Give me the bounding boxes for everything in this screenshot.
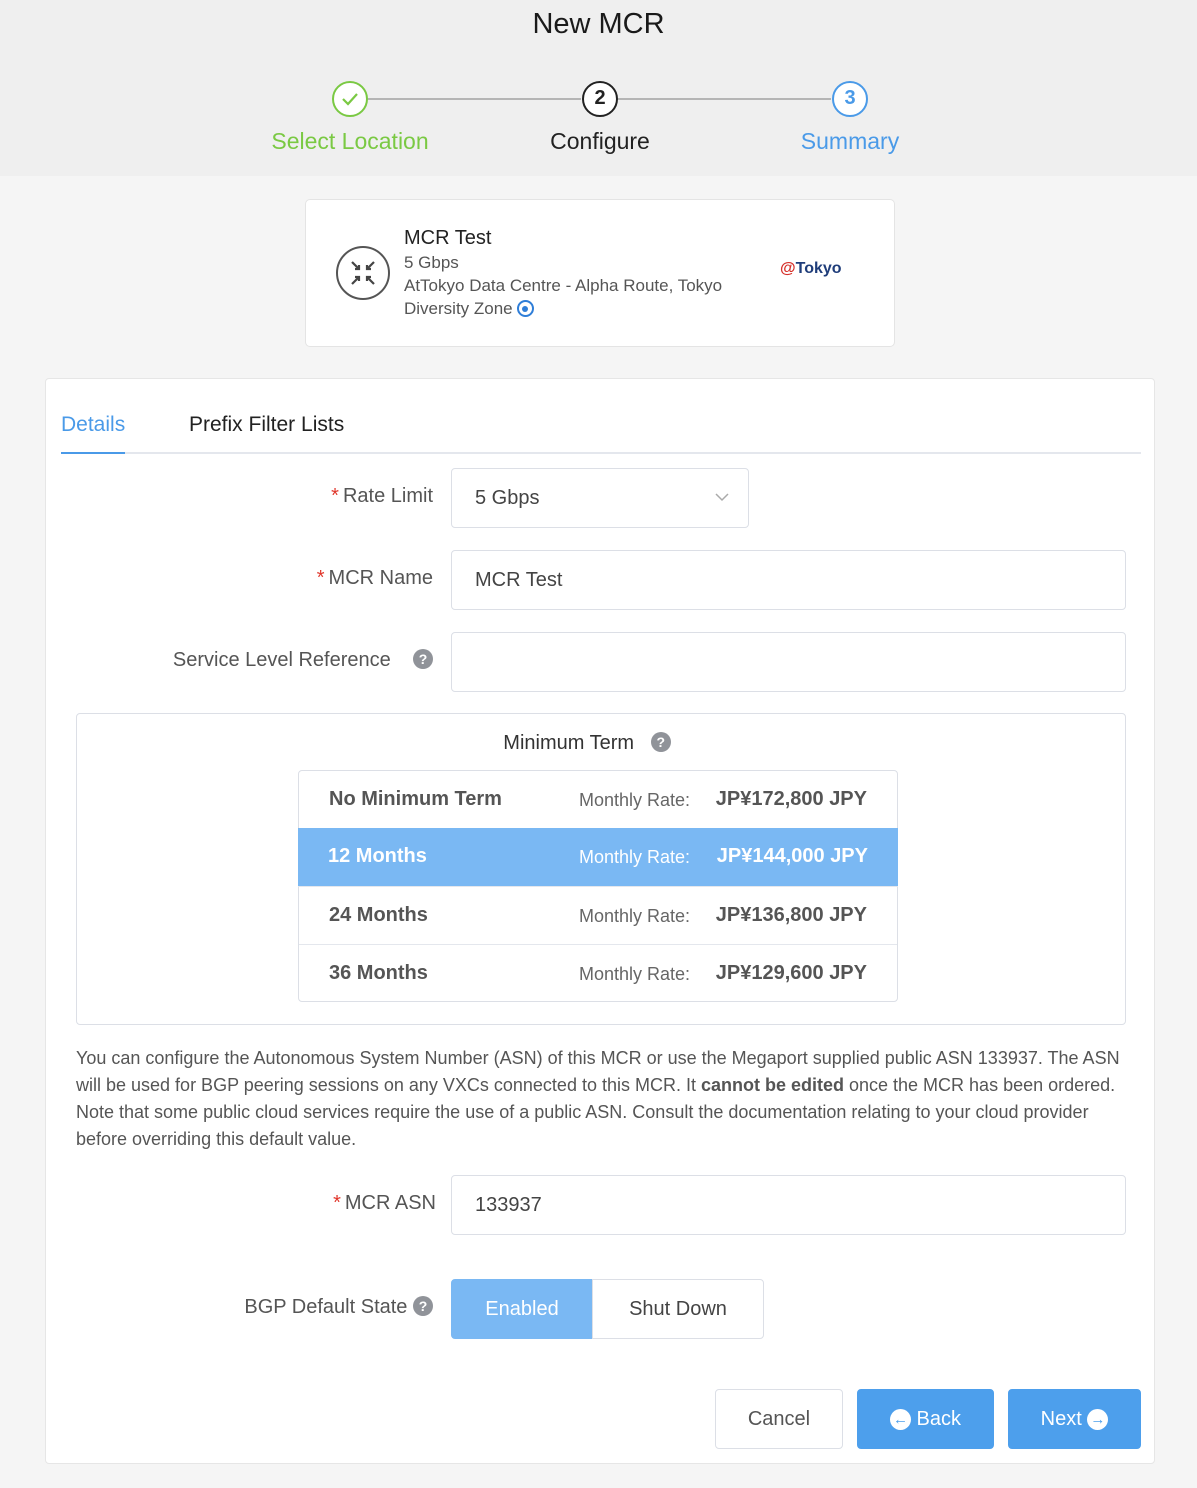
term-option-24-months[interactable]: 24 Months Monthly Rate: JP¥136,800 JPY	[299, 887, 897, 945]
step-label-select-location[interactable]: Select Location	[225, 128, 475, 155]
stepper: Select Location 2 Configure 3 Summary	[0, 0, 1197, 176]
bgp-shutdown-button[interactable]: Shut Down	[592, 1279, 764, 1339]
asn-info-text: You can configure the Autonomous System …	[76, 1048, 1120, 1149]
card-speed: 5 Gbps	[404, 253, 459, 272]
tab-bar: Details Prefix Filter Lists	[61, 401, 1141, 454]
rate-limit-label: * Rate Limit	[331, 485, 433, 507]
step-3-number: 3	[832, 81, 868, 117]
back-button[interactable]: ← Back	[857, 1389, 994, 1449]
wizard-header: New MCR Select Location 2 Configure 3 Su…	[0, 0, 1197, 176]
rate-limit-select[interactable]: 5 Gbps	[451, 468, 749, 528]
step-connector	[618, 98, 831, 100]
chevron-down-icon	[715, 493, 729, 502]
arrow-right-circle-icon: →	[1087, 1409, 1109, 1430]
mcr-name-label: * MCR Name	[316, 567, 433, 589]
term-option-no-minimum[interactable]: No Minimum Term Monthly Rate: JP¥172,800…	[299, 771, 897, 829]
term-option-36-months[interactable]: 36 Months Monthly Rate: JP¥129,600 JPY	[299, 945, 897, 1003]
next-button[interactable]: Next →	[1008, 1389, 1141, 1449]
term-option-12-months[interactable]: 12 Months Monthly Rate: JP¥144,000 JPY	[298, 828, 898, 887]
step-label-summary: Summary	[800, 128, 900, 154]
step-1-check-icon	[332, 81, 368, 117]
step-label-configure: Configure	[550, 128, 650, 154]
card-zone-row: Diversity Zone	[404, 299, 534, 319]
mcr-asn-label: * MCR ASN	[333, 1192, 436, 1214]
location-pin-icon	[516, 300, 534, 317]
mcr-asn-input[interactable]: 133937	[451, 1175, 1126, 1235]
step-connector	[368, 98, 581, 100]
step-2-number: 2	[582, 81, 618, 117]
tab-details[interactable]: Details	[61, 413, 126, 454]
bgp-enabled-button[interactable]: Enabled	[451, 1279, 593, 1339]
tab-prefix-filter-lists[interactable]: Prefix Filter Lists	[189, 413, 344, 437]
configure-panel: Details Prefix Filter Lists * Rate Limit …	[45, 378, 1155, 1464]
minimum-term-box: Minimum Term ? No Minimum Term Monthly R…	[76, 713, 1126, 1025]
cancel-button[interactable]: Cancel	[715, 1389, 843, 1449]
help-icon[interactable]: ?	[650, 732, 671, 752]
card-mcr-name: MCR Test	[404, 227, 492, 249]
help-icon[interactable]: ?	[413, 649, 433, 669]
mcr-summary-card: MCR Test 5 Gbps AtTokyo Data Centre - Al…	[305, 199, 895, 347]
minimum-term-title: Minimum Term ?	[77, 732, 1097, 755]
mcr-router-icon	[336, 246, 390, 300]
attokyo-logo: @Tokyo	[780, 260, 842, 277]
card-location: AtTokyo Data Centre - Alpha Route, Tokyo	[404, 276, 723, 295]
arrow-left-circle-icon: ←	[889, 1409, 911, 1430]
minimum-term-list: No Minimum Term Monthly Rate: JP¥172,800…	[298, 770, 898, 1002]
service-level-reference-input[interactable]	[451, 632, 1126, 692]
bgp-default-state-label: BGP Default State ?	[46, 1296, 433, 1319]
help-icon[interactable]: ?	[413, 1296, 433, 1316]
mcr-name-input[interactable]: MCR Test	[451, 550, 1126, 610]
service-level-reference-label: Service Level Reference ?	[46, 649, 433, 672]
card-zone: Diversity Zone	[404, 299, 513, 318]
